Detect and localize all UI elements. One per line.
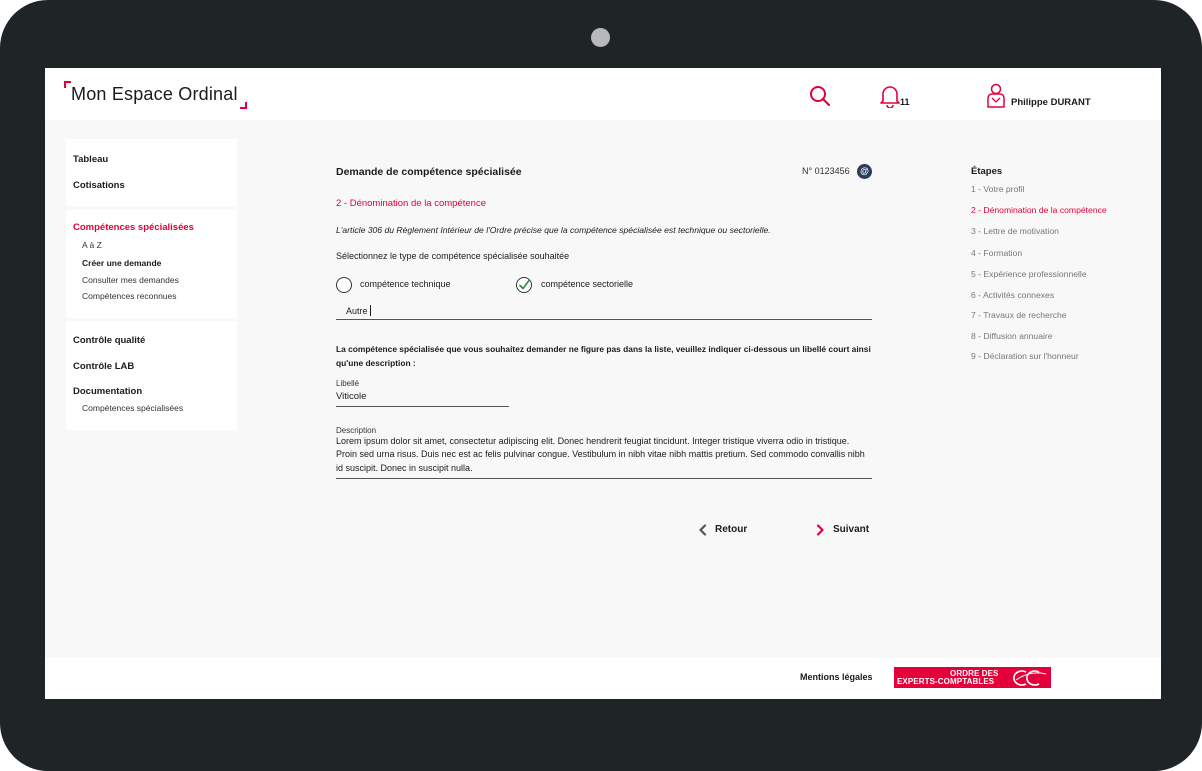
sidebar-item-cotisations[interactable]: Cotisations bbox=[73, 180, 125, 191]
sidebar-item-tableau[interactable]: Tableau bbox=[73, 154, 108, 165]
competence-select[interactable]: Autre bbox=[336, 302, 872, 320]
brand-swoosh-icon bbox=[1013, 670, 1047, 686]
legal-link[interactable]: Mentions légales bbox=[800, 672, 873, 682]
notification-count: 11 bbox=[900, 97, 910, 107]
bell-icon[interactable] bbox=[879, 84, 901, 108]
logo-text: Mon Espace Ordinal bbox=[71, 84, 238, 104]
step-item[interactable]: 5 - Expérience professionnelle bbox=[971, 269, 1087, 279]
libelle-input[interactable]: Viticole bbox=[336, 389, 509, 407]
radio-sectorielle-label[interactable]: compétence sectorielle bbox=[541, 279, 633, 289]
text-caret bbox=[370, 305, 371, 316]
sidebar-subitem-competences-reconnues[interactable]: Compétences reconnues bbox=[82, 291, 177, 301]
logo-corner-bottom-right bbox=[240, 102, 247, 109]
notice-text: La compétence spécialisée que vous souha… bbox=[336, 344, 871, 368]
camera-dot bbox=[591, 28, 610, 47]
description-label: Description bbox=[336, 426, 377, 435]
step-item[interactable]: 6 - Activités connexes bbox=[971, 290, 1054, 300]
oec-brand-logo[interactable]: ORDRE DES EXPERTS-COMPTABLES bbox=[894, 667, 1051, 688]
sidebar-item-controle-qualite[interactable]: Contrôle qualité bbox=[73, 335, 145, 346]
sidebar-subitem-creer-demande[interactable]: Créer une demande bbox=[82, 258, 161, 268]
libelle-label: Libellé bbox=[336, 379, 360, 388]
request-number: N° 0123456 bbox=[802, 166, 850, 176]
at-icon[interactable]: @ bbox=[857, 164, 872, 179]
sidebar-card-main bbox=[66, 139, 237, 206]
chevron-left-icon[interactable] bbox=[698, 524, 708, 536]
step-item[interactable]: 7 - Travaux de recherche bbox=[971, 310, 1067, 320]
section-title: 2 - Dénomination de la compétence bbox=[336, 198, 486, 209]
screen: Mon Espace Ordinal 11 Philippe DURANT Ta… bbox=[45, 68, 1161, 699]
brand-line-2: EXPERTS-COMPTABLES bbox=[897, 677, 995, 686]
step-item[interactable]: 1 - Votre profil bbox=[971, 184, 1025, 194]
type-select-label: Sélectionnez le type de compétence spéci… bbox=[336, 251, 570, 261]
sidebar-subitem-doc-competences[interactable]: Compétences spécialisées bbox=[82, 403, 183, 413]
user-name[interactable]: Philippe DURANT bbox=[1011, 97, 1091, 108]
user-icon[interactable] bbox=[986, 83, 1006, 108]
sidebar-item-controle-lab[interactable]: Contrôle LAB bbox=[73, 361, 134, 372]
step-item[interactable]: 9 - Déclaration sur l'honneur bbox=[971, 351, 1079, 361]
description-textarea[interactable]: Lorem ipsum dolor sit amet, consectetur … bbox=[336, 435, 872, 479]
radio-sectorielle[interactable] bbox=[516, 277, 532, 293]
step-item[interactable]: 4 - Formation bbox=[971, 248, 1022, 258]
search-icon[interactable] bbox=[809, 85, 831, 107]
checkmark-icon bbox=[519, 279, 530, 290]
form-title: Demande de compétence spécialisée bbox=[336, 166, 522, 178]
next-button[interactable]: Suivant bbox=[833, 524, 869, 535]
steps-title: Étapes bbox=[971, 166, 1003, 177]
top-header: Mon Espace Ordinal 11 Philippe DURANT bbox=[45, 68, 1161, 120]
app-logo[interactable]: Mon Espace Ordinal bbox=[64, 81, 247, 109]
step-item[interactable]: 3 - Lettre de motivation bbox=[971, 226, 1059, 236]
step-item-active[interactable]: 2 - Dénomination de la compétence bbox=[971, 205, 1107, 215]
sidebar-subitem-consulter-demandes[interactable]: Consulter mes demandes bbox=[82, 275, 179, 285]
sidebar-item-competences-specialisees[interactable]: Compétences spécialisées bbox=[73, 222, 194, 233]
back-button[interactable]: Retour bbox=[715, 524, 747, 535]
footer: Mentions légales ORDRE DES EXPERTS-COMPT… bbox=[45, 658, 1161, 699]
radio-technique-label[interactable]: compétence technique bbox=[360, 279, 451, 289]
chevron-right-icon[interactable] bbox=[815, 524, 825, 536]
radio-technique[interactable] bbox=[336, 277, 352, 293]
step-item[interactable]: 8 - Diffusion annuaire bbox=[971, 331, 1053, 341]
sidebar-subitem-a-a-z[interactable]: A à Z bbox=[82, 240, 102, 250]
sidebar-item-documentation[interactable]: Documentation bbox=[73, 386, 142, 397]
libelle-input-value: Viticole bbox=[336, 391, 367, 402]
intro-text: L'article 306 du Règlement Intérieur de … bbox=[336, 225, 771, 235]
competence-select-value: Autre bbox=[346, 306, 368, 316]
tablet-frame: Mon Espace Ordinal 11 Philippe DURANT Ta… bbox=[0, 0, 1202, 771]
logo-corner-top-left bbox=[64, 81, 71, 88]
